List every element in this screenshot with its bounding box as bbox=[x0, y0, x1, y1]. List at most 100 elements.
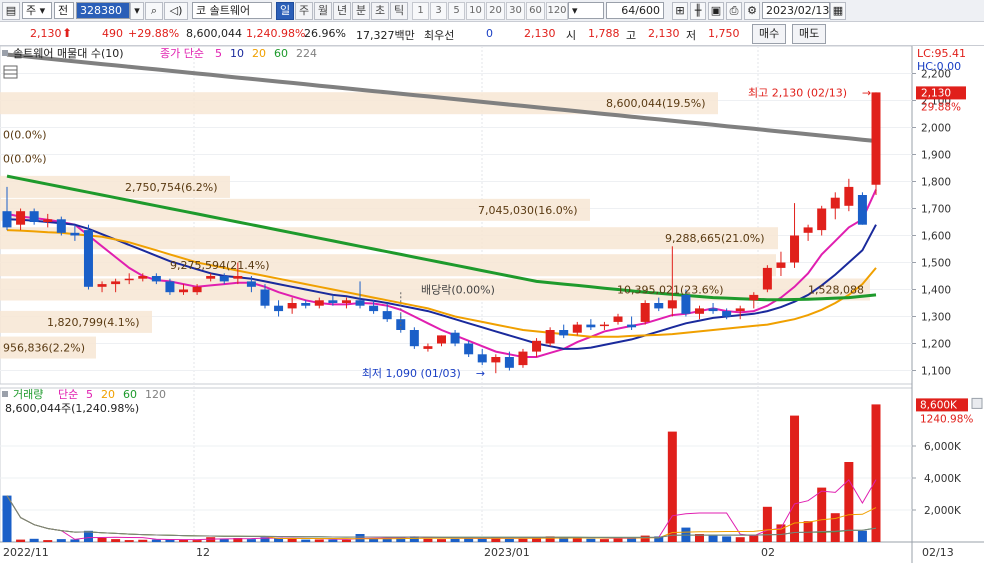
volume-bar[interactable] bbox=[572, 538, 582, 542]
volume-profile-label: 2,750,754(6.2%) bbox=[125, 181, 218, 194]
volume-value-line: 8,600,044주(1,240.98%) bbox=[5, 402, 139, 415]
volume-bar[interactable] bbox=[341, 539, 351, 542]
interval-button-10[interactable]: 10 bbox=[466, 2, 485, 20]
candle[interactable] bbox=[857, 192, 867, 225]
volume-bar[interactable] bbox=[803, 521, 813, 542]
volume-bar[interactable] bbox=[735, 537, 745, 542]
stock-chart[interactable]: 2,2002,1002,0001,9001,8001,7001,6001,500… bbox=[0, 46, 984, 563]
volume-bar[interactable] bbox=[314, 539, 324, 542]
volume-legend-collapse-icon[interactable] bbox=[2, 391, 8, 397]
volume-bar[interactable] bbox=[817, 487, 827, 542]
market-select[interactable]: 주 ▾ bbox=[22, 2, 52, 19]
prev-button[interactable]: 전 bbox=[54, 2, 74, 19]
volume-bar[interactable] bbox=[504, 538, 514, 542]
calendar-icon[interactable]: ▦ bbox=[830, 2, 846, 20]
volume-bar[interactable] bbox=[450, 538, 460, 542]
period-tab-3[interactable]: 년 bbox=[333, 2, 351, 20]
arrow-right-icon: → bbox=[476, 367, 485, 380]
volume-bar[interactable] bbox=[708, 535, 718, 542]
save-icon[interactable]: ▣ bbox=[708, 2, 724, 20]
volume-bar[interactable] bbox=[287, 538, 297, 542]
count-field[interactable]: 64/600 bbox=[606, 2, 664, 19]
sell-button[interactable]: 매도 bbox=[792, 24, 827, 44]
volume-bar[interactable] bbox=[56, 539, 66, 542]
legend-collapse-icon[interactable] bbox=[2, 50, 8, 56]
volume-bar[interactable] bbox=[43, 540, 53, 542]
volume-bar[interactable] bbox=[301, 539, 311, 542]
volume-bar[interactable] bbox=[776, 524, 786, 542]
volume-ma-period: 120 bbox=[145, 388, 166, 401]
volume-bar[interactable] bbox=[871, 404, 881, 542]
volume-bar[interactable] bbox=[599, 539, 609, 542]
candle[interactable] bbox=[56, 216, 66, 236]
close-icon[interactable] bbox=[971, 397, 983, 409]
menu-icon[interactable]: ▤ bbox=[2, 2, 20, 20]
candle[interactable] bbox=[871, 92, 881, 195]
candle[interactable] bbox=[409, 327, 419, 349]
volume-bar[interactable] bbox=[192, 540, 202, 542]
period-tab-2[interactable]: 월 bbox=[314, 2, 332, 20]
chart-settings-icon[interactable]: ⊞ bbox=[672, 2, 688, 20]
high-price: 2,130 bbox=[648, 27, 680, 40]
volume-axis-tick: 2,000K bbox=[924, 505, 962, 517]
volume-bar[interactable] bbox=[586, 538, 596, 542]
period-tab-1[interactable]: 주 bbox=[295, 2, 313, 20]
high-annotation: 최고 2,130 (02/13) bbox=[748, 86, 847, 99]
volume-bar[interactable] bbox=[762, 506, 772, 542]
low-price: 1,750 bbox=[708, 27, 740, 40]
price-axis-tick: 1,200 bbox=[921, 339, 951, 351]
print-icon[interactable]: ⎙ bbox=[726, 2, 742, 20]
volume-bar[interactable] bbox=[437, 539, 446, 542]
volume-bar[interactable] bbox=[749, 535, 759, 542]
price-axis-tick: 1,300 bbox=[921, 312, 951, 324]
hc-label: HC:0.00 bbox=[917, 60, 961, 73]
trade-amount: 17,327백만 bbox=[356, 29, 415, 42]
period-tab-4[interactable]: 분 bbox=[352, 2, 370, 20]
volume-bar[interactable] bbox=[151, 539, 161, 542]
interval-button-20[interactable]: 20 bbox=[486, 2, 505, 20]
volume-bar[interactable] bbox=[518, 538, 528, 542]
candle[interactable] bbox=[83, 224, 93, 290]
period-tab-6[interactable]: 틱 bbox=[390, 2, 408, 20]
stock-name-field[interactable]: 코 솔트웨어 bbox=[192, 2, 272, 19]
price-axis-tick: 1,100 bbox=[921, 366, 951, 378]
candle[interactable] bbox=[640, 300, 650, 325]
interval-button-60[interactable]: 60 bbox=[526, 2, 545, 20]
volume-bar[interactable] bbox=[640, 535, 650, 542]
interval-button-120[interactable]: 120 bbox=[546, 2, 568, 20]
volume-bar[interactable] bbox=[111, 539, 121, 542]
candle[interactable] bbox=[545, 327, 555, 347]
volume-bar[interactable] bbox=[423, 538, 433, 542]
volume-bar[interactable] bbox=[16, 539, 26, 542]
volume-bar[interactable] bbox=[2, 495, 12, 542]
period-tab-5[interactable]: 초 bbox=[371, 2, 389, 20]
volume-bar[interactable] bbox=[124, 540, 134, 542]
gear-icon[interactable]: ⚙ bbox=[744, 2, 760, 20]
price-ma-period: 224 bbox=[296, 47, 317, 60]
date-field[interactable]: 2023/02/13 bbox=[762, 2, 830, 19]
code-input[interactable]: 328380 bbox=[76, 2, 130, 19]
period-tab-0[interactable]: 일 bbox=[276, 2, 294, 20]
compare-icon[interactable]: ╫ bbox=[690, 2, 706, 20]
speaker-icon[interactable]: ◁) bbox=[164, 2, 188, 20]
table-icon[interactable] bbox=[3, 65, 18, 79]
interval-button-30[interactable]: 30 bbox=[506, 2, 525, 20]
buy-button[interactable]: 매수 bbox=[752, 24, 787, 44]
interval-select[interactable]: ▾ bbox=[568, 2, 604, 19]
volume-bar[interactable] bbox=[29, 538, 39, 542]
volume-bar[interactable] bbox=[667, 431, 677, 542]
interval-button-5[interactable]: 5 bbox=[448, 2, 465, 20]
volume-bar[interactable] bbox=[857, 530, 867, 542]
volume-bar[interactable] bbox=[328, 539, 338, 542]
volume-bar[interactable] bbox=[246, 539, 256, 542]
search-icon[interactable]: ⌕ bbox=[145, 2, 163, 20]
volume-bar[interactable] bbox=[97, 538, 107, 542]
code-dropdown-icon[interactable]: ▾ bbox=[130, 2, 144, 20]
volume-bar[interactable] bbox=[722, 536, 732, 542]
interval-button-3[interactable]: 3 bbox=[430, 2, 447, 20]
candle[interactable] bbox=[518, 348, 528, 368]
interval-button-1[interactable]: 1 bbox=[412, 2, 429, 20]
candle[interactable] bbox=[762, 265, 772, 293]
volume-bar[interactable] bbox=[138, 539, 148, 542]
x-axis-label: 02 bbox=[761, 546, 775, 559]
